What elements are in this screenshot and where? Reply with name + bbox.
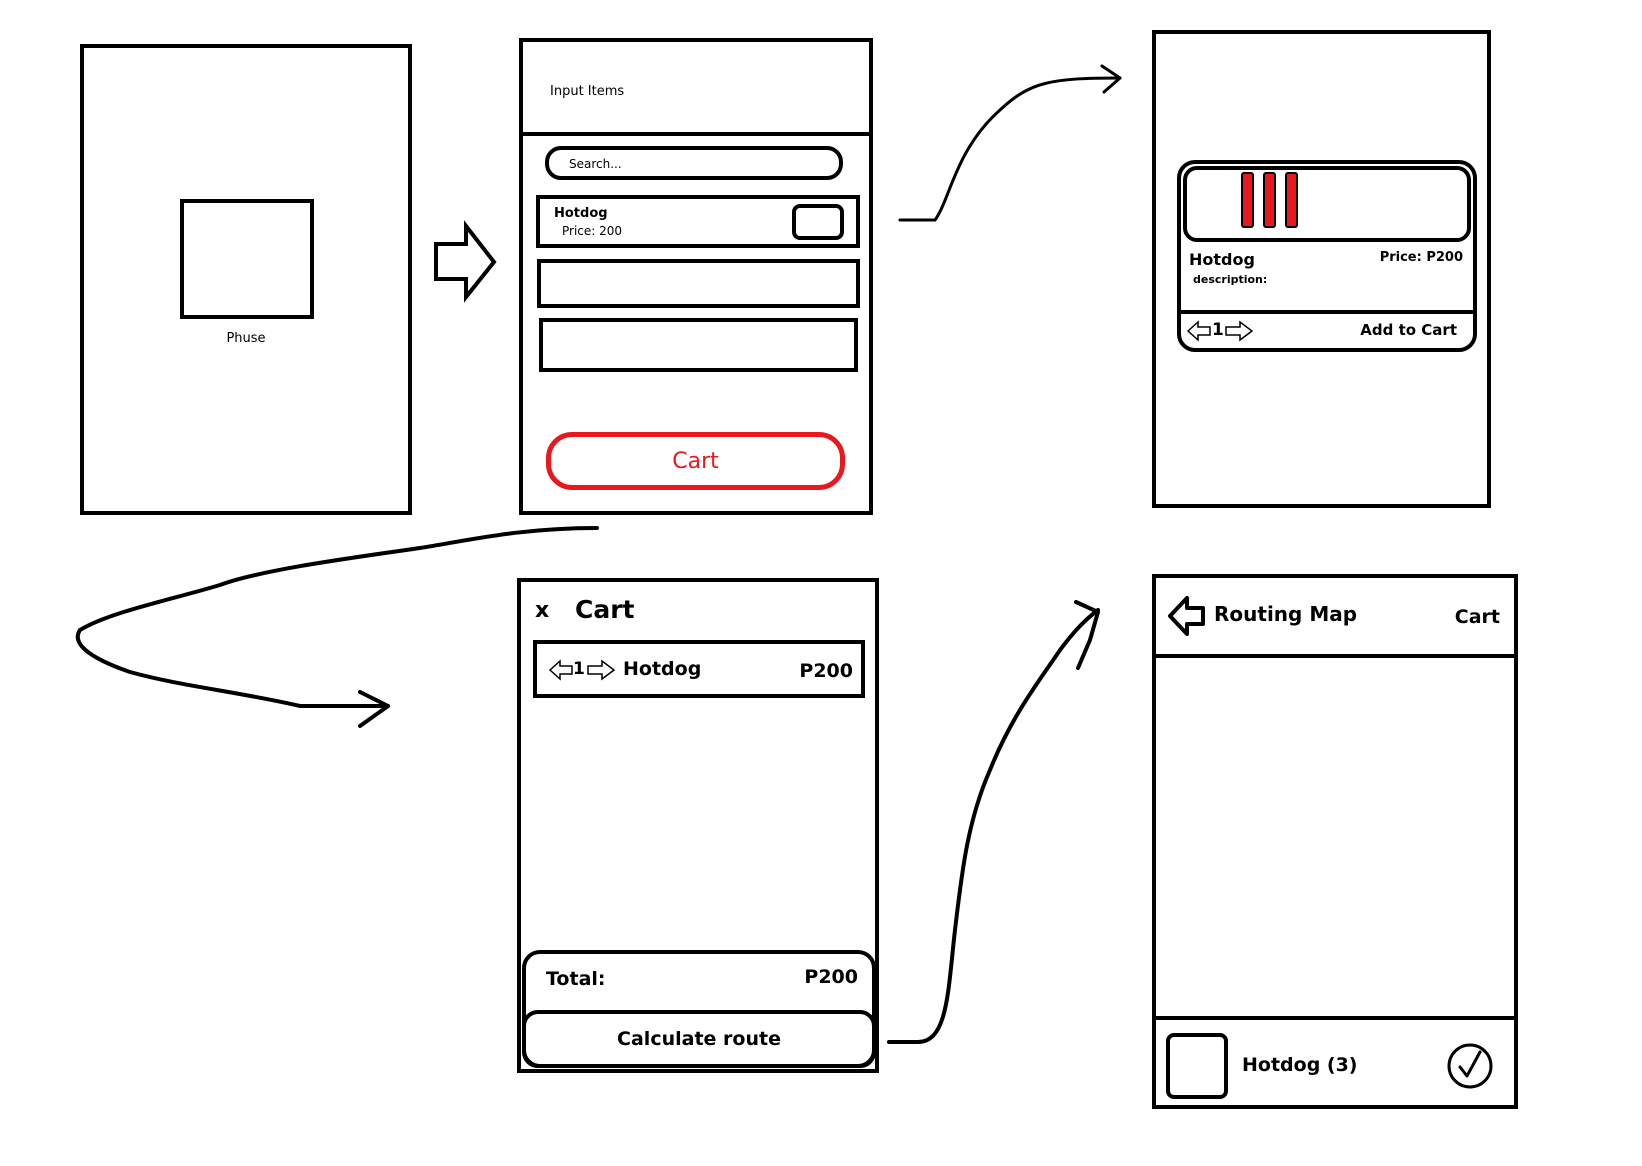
back-arrow-icon[interactable]: [1168, 595, 1206, 637]
cart-button[interactable]: Cart: [546, 432, 845, 490]
map-area[interactable]: [1156, 658, 1514, 1020]
cart-item-name: Hotdog: [623, 658, 702, 680]
item-name: Hotdog: [1189, 250, 1255, 269]
map-item-label: Hotdog (3): [1242, 1054, 1358, 1076]
checkmark-circle-icon[interactable]: [1446, 1042, 1494, 1090]
arrow-cart-to-map: [887, 608, 1100, 1044]
hotdog-image-icon: [1183, 166, 1471, 242]
routing-map-screen: Routing Map Cart Hotdog (3): [1152, 574, 1518, 1109]
quantity-stepper[interactable]: 1: [549, 658, 615, 682]
arrow-splash-to-input: [434, 220, 497, 303]
cart-item-row[interactable]: 1 Hotdog P200: [533, 640, 865, 698]
item-thumbnail: [1166, 1033, 1228, 1099]
increment-arrow-icon[interactable]: [1225, 320, 1253, 342]
page-title: Cart: [575, 595, 635, 624]
input-items-screen: Input Items Search... Hotdog Price: 200 …: [519, 38, 873, 515]
routing-map-header: Routing Map Cart: [1156, 578, 1514, 658]
square-logo-icon: [180, 199, 314, 319]
splash-label: Phuse: [226, 331, 266, 346]
decrement-arrow-icon[interactable]: [549, 659, 573, 681]
search-input[interactable]: Search...: [545, 146, 843, 180]
quantity-value: 1: [1212, 320, 1224, 340]
item-card-footer: 1 Add to Cart: [1181, 310, 1473, 348]
cart-button-label: Cart: [672, 448, 719, 474]
item-price: Price: P200: [1379, 250, 1463, 265]
item-detail-screen: Hotdog Price: P200 description: 1 Add to…: [1152, 30, 1491, 508]
cart-link[interactable]: Cart: [1455, 606, 1500, 628]
list-item[interactable]: [539, 318, 858, 372]
add-to-cart-button[interactable]: Add to Cart: [1360, 321, 1457, 339]
search-placeholder: Search...: [569, 157, 622, 171]
decrement-arrow-icon[interactable]: [1187, 320, 1211, 342]
cart-screen: x Cart 1 Hotdog P200 Total: P200 Calcula…: [517, 578, 879, 1073]
add-item-button[interactable]: [792, 204, 844, 240]
total-value: P200: [804, 966, 858, 988]
increment-arrow-icon[interactable]: [587, 659, 615, 681]
page-title: Routing Map: [1214, 602, 1358, 626]
map-item-row[interactable]: Hotdog (3): [1156, 1024, 1514, 1105]
calculate-route-label: Calculate route: [617, 1028, 781, 1050]
input-items-header: Input Items: [523, 42, 869, 136]
quantity-stepper[interactable]: 1: [1187, 319, 1253, 343]
quantity-value: 1: [573, 659, 585, 679]
list-item-name: Hotdog: [554, 206, 608, 221]
total-label: Total:: [546, 968, 606, 990]
page-title: Input Items: [550, 84, 625, 99]
list-item-price: Price: 200: [562, 224, 623, 238]
splash-screen: Phuse: [80, 44, 412, 515]
list-item[interactable]: [537, 259, 860, 308]
cart-footer: Total: P200 Calculate route: [522, 950, 876, 1068]
cart-item-price: P200: [799, 660, 853, 682]
close-button[interactable]: x: [535, 598, 549, 623]
item-card: Hotdog Price: P200 description: 1 Add to…: [1177, 160, 1477, 352]
arrow-input-to-detail: [898, 76, 1122, 222]
list-item[interactable]: Hotdog Price: 200: [536, 195, 860, 248]
item-description: description:: [1193, 273, 1268, 286]
calculate-route-button[interactable]: Calculate route: [522, 1010, 876, 1068]
